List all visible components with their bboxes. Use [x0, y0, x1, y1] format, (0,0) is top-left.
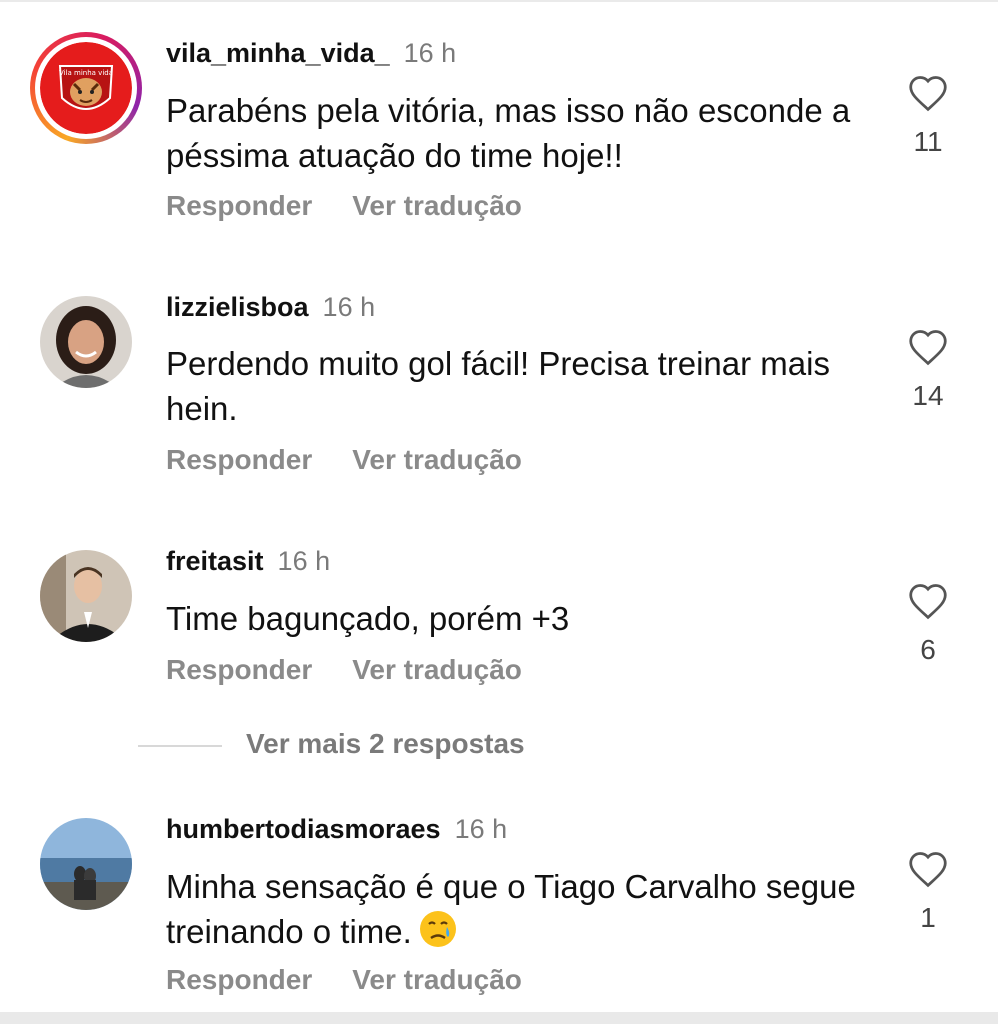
avatar[interactable] [40, 296, 132, 388]
reply-button[interactable]: Responder [166, 190, 312, 221]
avatar[interactable] [40, 550, 132, 642]
comment-text: Time bagunçado, porém +3 [166, 600, 570, 637]
username[interactable]: freitasit [166, 546, 264, 576]
avatar[interactable]: Vila minha vida [40, 42, 132, 134]
reply-button[interactable]: Responder [166, 444, 312, 475]
see-translation-button[interactable]: Ver tradução [352, 190, 522, 221]
like-count: 6 [920, 634, 936, 665]
heart-outline-icon[interactable] [907, 74, 949, 112]
comment-text: Minha sensação é que o Tiago Carvalho se… [166, 868, 856, 950]
timestamp: 16 h [454, 814, 508, 844]
heart-outline-icon[interactable] [907, 850, 949, 888]
comment-text-container: Minha sensação é que o Tiago Carvalho se… [166, 864, 866, 954]
avatar[interactable] [40, 818, 132, 910]
see-translation-button[interactable]: Ver tradução [352, 444, 522, 475]
heart-outline-icon[interactable] [907, 328, 949, 366]
comment-text: Perdendo muito gol fácil! Precisa treina… [166, 345, 830, 427]
profile-photo [40, 296, 132, 388]
timestamp: 16 h [403, 38, 457, 68]
username[interactable]: lizzielisboa [166, 292, 309, 322]
like-count: 11 [913, 126, 943, 157]
timestamp: 16 h [322, 292, 376, 322]
view-more-replies-button[interactable]: Ver mais 2 respostas [138, 728, 525, 760]
view-more-replies-label: Ver mais 2 respostas [246, 728, 525, 759]
username[interactable]: vila_minha_vida_ [166, 38, 390, 68]
reply-button[interactable]: Responder [166, 654, 312, 685]
see-translation-button[interactable]: Ver tradução [352, 964, 522, 995]
reply-button[interactable]: Responder [166, 964, 312, 995]
like-count: 14 [912, 380, 944, 411]
crying-face-emoji [419, 911, 456, 947]
team-logo-avatar: Vila minha vida [40, 42, 132, 134]
username[interactable]: humbertodiasmoraes [166, 814, 441, 844]
profile-photo [40, 550, 132, 642]
story-ring[interactable]: Vila minha vida [30, 32, 142, 144]
replies-divider [138, 744, 222, 747]
like-count: 1 [920, 902, 936, 933]
heart-outline-icon[interactable] [907, 582, 949, 620]
top-divider [0, 0, 998, 2]
comment-text: Parabéns pela vitória, mas isso não esco… [166, 92, 851, 174]
bottom-divider [0, 1012, 998, 1024]
logo-text: Vila minha vida [59, 69, 113, 77]
profile-photo [40, 818, 132, 910]
timestamp: 16 h [277, 546, 331, 576]
see-translation-button[interactable]: Ver tradução [352, 654, 522, 685]
